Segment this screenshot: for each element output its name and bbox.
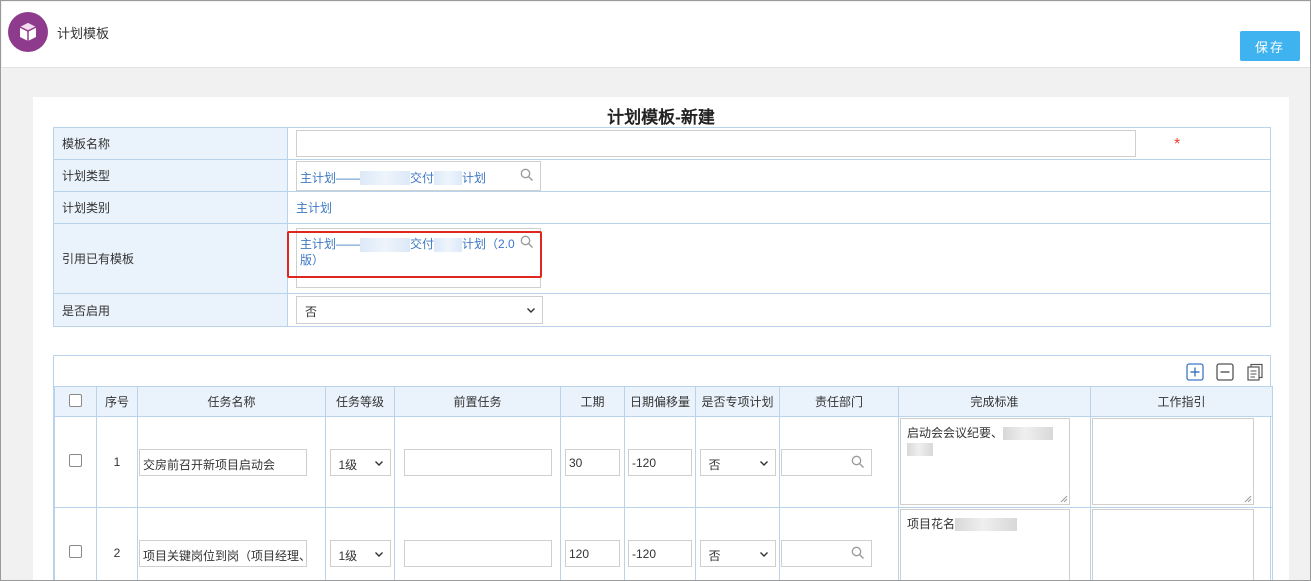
chevron-down-icon [374, 551, 383, 557]
template-name-label: 模板名称 [53, 127, 288, 160]
dept-lookup[interactable] [781, 448, 872, 476]
guide-textarea[interactable] [1092, 509, 1254, 580]
column-header: 任务等级 [325, 386, 395, 417]
grid-toolbar [54, 356, 1270, 386]
redacted-text [907, 443, 933, 457]
required-mark: * [1174, 136, 1181, 153]
task-level-select[interactable]: 1级 [329, 448, 391, 476]
form-card: 计划模板-新建 模板名称 * 计划类型 主计划—— 交付 计划 计划类别 主计划… [33, 97, 1289, 580]
column-header: 是否专项计划 [695, 386, 780, 417]
app-title: 计划模板 [57, 26, 110, 41]
offset-input[interactable]: -120 [628, 539, 692, 567]
plan-category-label: 计划类别 [53, 191, 288, 224]
pre-task-input[interactable] [403, 448, 552, 476]
save-button[interactable]: 保存 [1240, 31, 1300, 61]
search-icon[interactable] [851, 546, 865, 560]
task-level-value: 1级 [338, 457, 358, 472]
pre-task-input[interactable] [403, 539, 552, 567]
column-header: 完成标准 [898, 386, 1091, 417]
row-checkbox[interactable] [69, 454, 82, 467]
task-grid: 序号 任务名称 任务等级 前置任务 工期 日期偏移量 是否专项计划 责任部门 完… [53, 355, 1273, 580]
plan-type-mid: 交付 [410, 170, 435, 185]
redacted-text [1003, 427, 1054, 441]
task-name-input[interactable]: 项目关键岗位到岗（项目经理、 [139, 539, 307, 567]
plan-type-label: 计划类型 [53, 159, 288, 192]
resize-handle-icon[interactable] [1060, 495, 1068, 503]
app-window: 计划模板 保存 计划模板-新建 模板名称 * 计划类型 主计划—— 交付 计划 [0, 0, 1311, 581]
standard-value: 项目花名 [907, 517, 956, 531]
plan-type-lookup[interactable]: 主计划—— 交付 计划 [296, 160, 541, 191]
ref-template-lookup[interactable]: 主计划—— 交付 计划（2.0版） [296, 228, 541, 288]
page-title: 计划模板-新建 [607, 108, 715, 127]
column-header: 工期 [560, 386, 625, 417]
search-icon[interactable] [851, 455, 865, 469]
standard-textarea[interactable]: 项目花名 [900, 509, 1070, 580]
plan-type-prefix: 主计划—— [300, 170, 361, 185]
plan-category-value: 主计划 [296, 201, 333, 215]
chevron-down-icon [759, 460, 768, 466]
redacted-text [360, 171, 411, 186]
template-name-input[interactable] [296, 130, 1136, 157]
ref-template-label: 引用已有模板 [53, 223, 288, 294]
row-seq: 2 [96, 507, 138, 580]
standard-textarea[interactable]: 启动会会议纪要、 [900, 418, 1070, 505]
add-row-icon[interactable] [1186, 363, 1204, 381]
resize-handle-icon[interactable] [1244, 495, 1252, 503]
dept-lookup[interactable] [781, 539, 872, 567]
remove-row-icon[interactable] [1216, 363, 1234, 381]
redacted-text [360, 237, 411, 252]
task-name-input[interactable]: 交房前召开新项目启动会 [139, 448, 307, 476]
search-icon[interactable] [520, 235, 534, 249]
chevron-down-icon [759, 551, 768, 557]
duration-input[interactable]: 30 [565, 448, 620, 476]
duration-input[interactable]: 120 [565, 539, 620, 567]
cube-icon [8, 12, 48, 52]
enabled-value: 否 [305, 305, 318, 319]
special-plan-select[interactable]: 否 [699, 448, 776, 476]
standard-value: 启动会会议纪要、 [907, 426, 1004, 440]
table-row: 2 项目关键岗位到岗（项目经理、 1级 120 -120 否 项目花名 [54, 507, 1273, 580]
ref-template-mid: 交付 [410, 237, 435, 251]
column-header: 工作指引 [1090, 386, 1273, 417]
column-header: 序号 [96, 386, 138, 417]
select-all-header [54, 386, 97, 417]
offset-input[interactable]: -120 [628, 448, 692, 476]
plan-type-suffix: 计划 [462, 170, 487, 185]
guide-textarea[interactable] [1092, 418, 1254, 505]
select-all-checkbox[interactable] [69, 393, 82, 407]
row-seq: 1 [96, 416, 138, 508]
enabled-label: 是否启用 [53, 293, 288, 327]
row-checkbox[interactable] [69, 545, 82, 558]
enabled-select[interactable]: 否 [296, 296, 543, 324]
chevron-down-icon [374, 460, 383, 466]
special-plan-value: 否 [708, 548, 721, 563]
ref-template-prefix: 主计划—— [300, 237, 361, 251]
table-row: 1 交房前召开新项目启动会 1级 30 -120 否 启动会会议纪要、 [54, 416, 1273, 508]
header-bar: 计划模板 保存 [2, 2, 1310, 68]
chevron-down-icon [527, 308, 535, 313]
task-level-select[interactable]: 1级 [329, 539, 391, 567]
task-table: 序号 任务名称 任务等级 前置任务 工期 日期偏移量 是否专项计划 责任部门 完… [54, 386, 1273, 580]
redacted-text [434, 171, 463, 186]
redacted-text [955, 518, 1018, 532]
search-icon[interactable] [520, 168, 534, 182]
column-header: 责任部门 [779, 386, 899, 417]
task-level-value: 1级 [338, 548, 358, 563]
special-plan-select[interactable]: 否 [699, 539, 776, 567]
special-plan-value: 否 [708, 457, 721, 472]
column-header: 日期偏移量 [624, 386, 696, 417]
column-header: 前置任务 [394, 386, 561, 417]
column-header: 任务名称 [137, 386, 326, 417]
copy-row-icon[interactable] [1246, 363, 1264, 381]
redacted-text [434, 237, 463, 252]
template-form: 模板名称 * 计划类型 主计划—— 交付 计划 计划类别 主计划 引用已有模板 … [53, 127, 1271, 327]
